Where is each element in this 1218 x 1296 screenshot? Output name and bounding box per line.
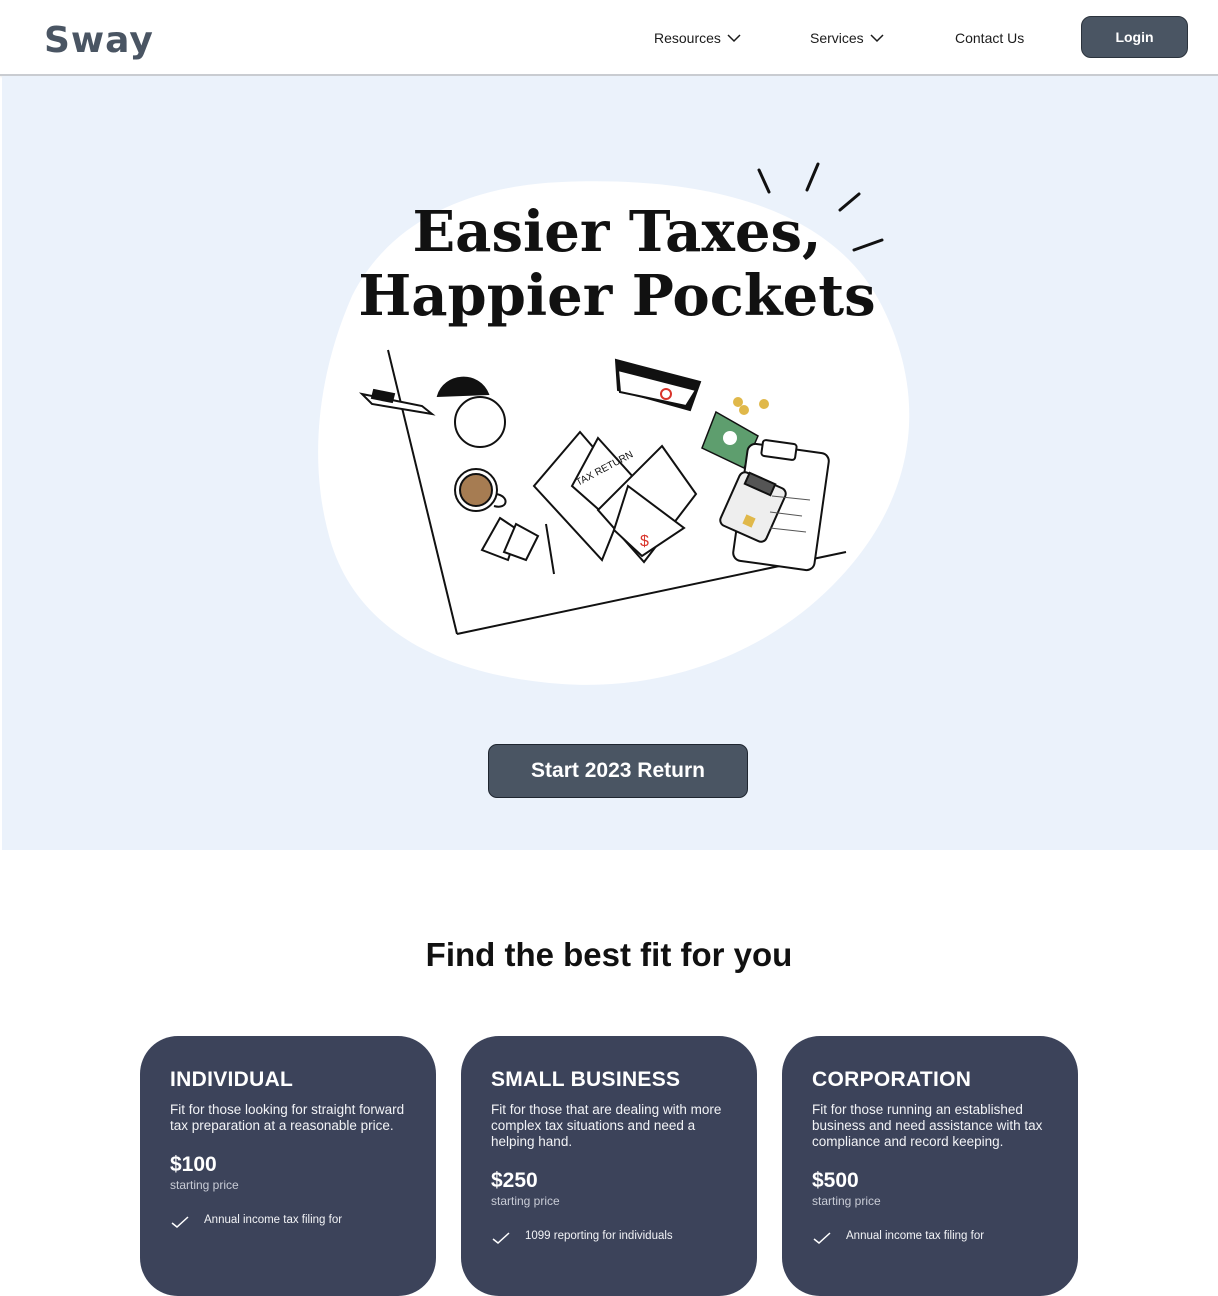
login-button-label: Login [1115,29,1154,45]
plan-price-note: starting price [491,1194,560,1208]
plan-card-corporation[interactable]: CORPORATION Fit for those running an est… [782,1036,1078,1296]
plan-name: SMALL BUSINESS [491,1068,681,1091]
site-header: Sway Resources Services Contact Us Login [0,0,1218,76]
svg-text:$: $ [640,533,649,550]
login-button[interactable]: Login [1081,16,1188,58]
svg-text:Sway: Sway [44,22,154,61]
plan-price: $100 [170,1153,217,1176]
plan-feature: Annual income tax filing for [170,1214,406,1229]
hero-section: TAX RETURN $ Easier Taxes, Happier Pocke… [2,76,1218,850]
nav-resources-label: Resources [654,30,721,46]
chevron-down-icon [870,34,884,43]
plan-price-note: starting price [812,1194,881,1208]
start-return-button[interactable]: Start 2023 Return [488,744,748,798]
hero-illustration: TAX RETURN $ [318,162,910,685]
plan-feature-text: Annual income tax filing for [204,1214,343,1226]
nav-contact-us[interactable]: Contact Us [955,28,1024,48]
check-icon [813,1232,831,1244]
hero-title-line-2: Happier Pockets [358,263,876,329]
hero-title-line-1: Easier Taxes, [412,199,822,265]
chevron-down-icon [727,34,741,43]
plans-heading: Find the best fit for you [425,936,793,973]
plan-name: INDIVIDUAL [170,1068,294,1091]
start-return-button-label: Start 2023 Return [531,759,705,782]
plan-name: CORPORATION [812,1068,972,1091]
nav-services[interactable]: Services [810,28,884,48]
plan-price: $500 [812,1169,859,1192]
nav-contact-label: Contact Us [955,30,1025,46]
plan-description: Fit for those running an established bus… [812,1102,1043,1149]
plan-description: Fit for those that are dealing with more… [491,1102,722,1149]
nav-resources[interactable]: Resources [654,28,741,48]
plan-card-individual[interactable]: INDIVIDUAL Fit for those looking for str… [140,1036,436,1296]
nav-services-label: Services [810,30,864,46]
plan-feature-text: 1099 reporting for individuals [525,1230,673,1242]
plan-feature-text: Annual income tax filing for [846,1230,985,1242]
plan-description: Fit for those looking for straight forwa… [170,1102,405,1133]
check-icon [492,1232,510,1244]
sway-logo[interactable]: Sway [44,22,164,62]
plan-price: $250 [491,1169,538,1192]
plan-card-small-business[interactable]: SMALL BUSINESS Fit for those that are de… [461,1036,757,1296]
check-icon [171,1216,189,1228]
plan-price-note: starting price [170,1178,239,1192]
